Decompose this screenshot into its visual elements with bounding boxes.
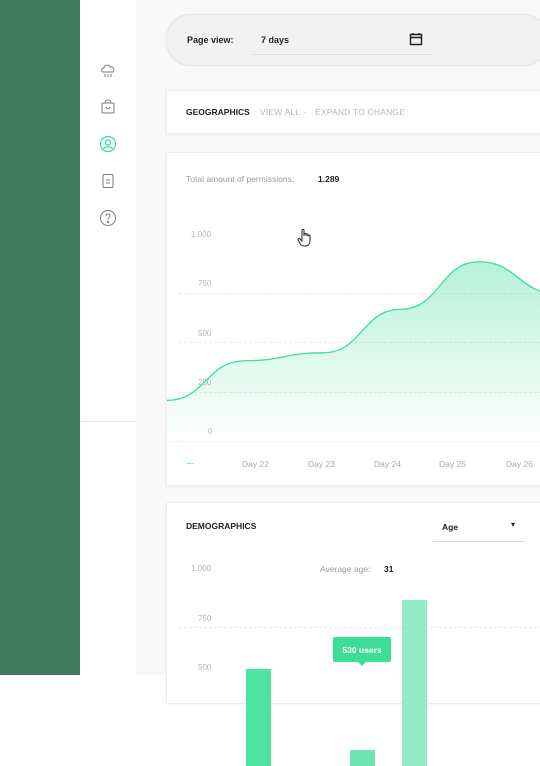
arrow-left-icon[interactable]: ←	[185, 456, 196, 468]
cloud-icon[interactable]	[98, 60, 118, 80]
page-view-value[interactable]: 7 days	[261, 35, 289, 45]
chevron-down-icon: ▾	[511, 520, 516, 529]
y-tick-label: 1.000	[191, 564, 212, 573]
area-fill	[167, 261, 540, 432]
main-content: Page view: 7 days GEOGRAPHICS VIEW ALL -…	[136, 0, 540, 766]
tooltip-text: 530 users	[342, 645, 382, 655]
hand-cursor-icon	[297, 228, 313, 253]
x-tick-label: Day 22	[242, 459, 269, 469]
geographics-card: GEOGRAPHICS VIEW ALL - EXPAND TO CHANGE	[166, 90, 540, 134]
tooltip-arrow	[358, 662, 366, 666]
geographics-title: GEOGRAPHICS	[186, 107, 250, 117]
sidebar-divider	[80, 421, 136, 422]
x-tick-label: Day 24	[374, 459, 401, 469]
permissions-card: Total amount of permissions: 1.289 1.000…	[166, 152, 540, 486]
calendar-icon[interactable]	[409, 32, 423, 51]
page-view-label: Page view:	[187, 35, 234, 45]
view-all-link[interactable]: VIEW ALL	[260, 107, 300, 117]
y-tick-label: 750	[198, 614, 212, 623]
x-tick-label: Day 25	[439, 459, 466, 469]
bar-tooltip: 530 users	[333, 637, 391, 666]
bar[interactable]	[350, 750, 375, 766]
separator: -	[304, 107, 308, 117]
demographics-title: DEMOGRAPHICS	[186, 521, 257, 531]
document-icon[interactable]	[98, 171, 118, 191]
bag-icon[interactable]	[98, 96, 118, 116]
age-select-value: Age	[442, 522, 459, 532]
bar[interactable]	[246, 668, 271, 766]
x-tick-label: Day 26	[506, 459, 533, 469]
demographics-card: DEMOGRAPHICS Age ▾ Average age: 31 1.000…	[166, 502, 540, 766]
age-select[interactable]: Age ▾	[433, 513, 525, 542]
page-view-bar: Page view: 7 days	[166, 14, 540, 66]
y-tick-label: 500	[198, 663, 212, 672]
page-view-underline	[253, 54, 433, 55]
expand-to-change-link[interactable]: EXPAND TO CHANGE	[315, 107, 405, 117]
permissions-area-chart	[167, 261, 540, 432]
x-tick-label: Day 23	[308, 459, 335, 469]
help-icon[interactable]	[98, 208, 118, 228]
x-axis-divider	[167, 441, 540, 442]
grid-line	[179, 627, 540, 628]
user-icon[interactable]	[98, 134, 118, 154]
average-age-label: Average age:	[320, 564, 371, 574]
bar[interactable]	[402, 599, 427, 766]
average-age-value: 31	[384, 564, 394, 574]
left-brand-band	[0, 0, 80, 675]
